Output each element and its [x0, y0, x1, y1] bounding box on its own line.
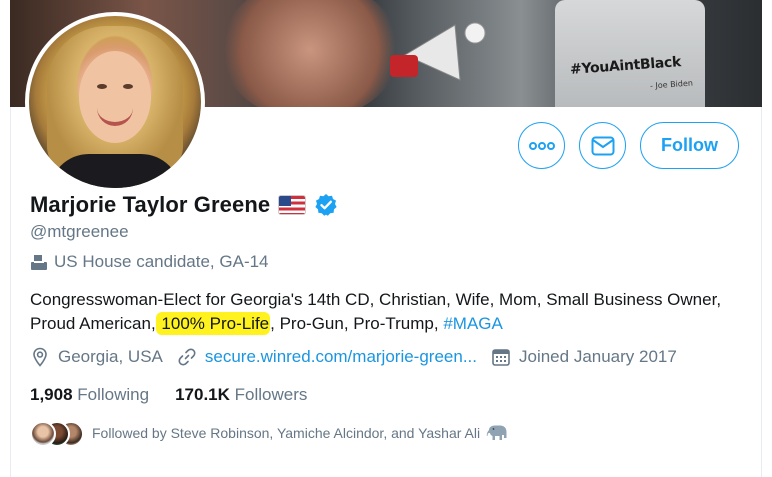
candidate-label-row: US House candidate, GA-14	[30, 252, 269, 272]
followed-by-row[interactable]: Followed by Steve Robinson, Yamiche Alci…	[30, 421, 508, 447]
profile-meta-row: Georgia, USA secure.winred.com/marjorie-…	[30, 347, 691, 367]
avatar	[30, 421, 56, 447]
location-text: Georgia, USA	[58, 347, 163, 366]
joined-text: Joined January 2017	[519, 347, 677, 366]
following-count[interactable]: 1,908 Following	[30, 385, 149, 405]
profile-bio: Congresswoman-Elect for Georgia's 14th C…	[30, 288, 730, 336]
more-icon	[528, 141, 555, 150]
website-link[interactable]: secure.winred.com/marjorie-green...	[205, 347, 477, 367]
us-flag-icon	[278, 195, 307, 215]
ballot-box-icon	[31, 255, 47, 270]
followers-count[interactable]: 170.1K Followers	[175, 385, 307, 405]
bio-highlight: 100% Pro-Life	[155, 312, 271, 335]
candidate-label: US House candidate, GA-14	[54, 252, 269, 271]
banner-figure	[220, 0, 400, 107]
elephant-icon	[486, 425, 507, 440]
location-item: Georgia, USA	[30, 347, 163, 367]
profile-avatar[interactable]	[25, 12, 205, 192]
follow-counts: 1,908 Following 170.1K Followers	[30, 385, 333, 405]
bio-text-continued: , Pro-Gun, Pro-Trump,	[270, 314, 444, 333]
more-options-button[interactable]	[518, 122, 565, 169]
joined-item: Joined January 2017	[491, 347, 677, 367]
message-button[interactable]	[579, 122, 626, 169]
envelope-icon	[591, 136, 614, 155]
megaphone-icon	[390, 22, 486, 81]
verified-badge-icon	[315, 194, 337, 216]
profile-handle: @mtgreenee	[30, 222, 129, 241]
location-pin-icon	[33, 347, 47, 367]
follow-button[interactable]: Follow	[640, 122, 739, 169]
profile-name-row: Marjorie Taylor Greene	[30, 192, 338, 218]
avatar-clothing	[49, 154, 181, 188]
hashtag-link[interactable]: #MAGA	[443, 314, 503, 333]
followed-by-text: Followed by Steve Robinson, Yamiche Alci…	[92, 425, 481, 441]
calendar-icon	[492, 349, 510, 366]
link-icon	[178, 348, 196, 366]
followed-by-avatars	[30, 421, 84, 447]
profile-name: Marjorie Taylor Greene	[30, 192, 271, 217]
avatar-face	[79, 51, 151, 143]
website-item: secure.winred.com/marjorie-green...	[177, 347, 477, 367]
banner-shirt	[555, 0, 705, 107]
